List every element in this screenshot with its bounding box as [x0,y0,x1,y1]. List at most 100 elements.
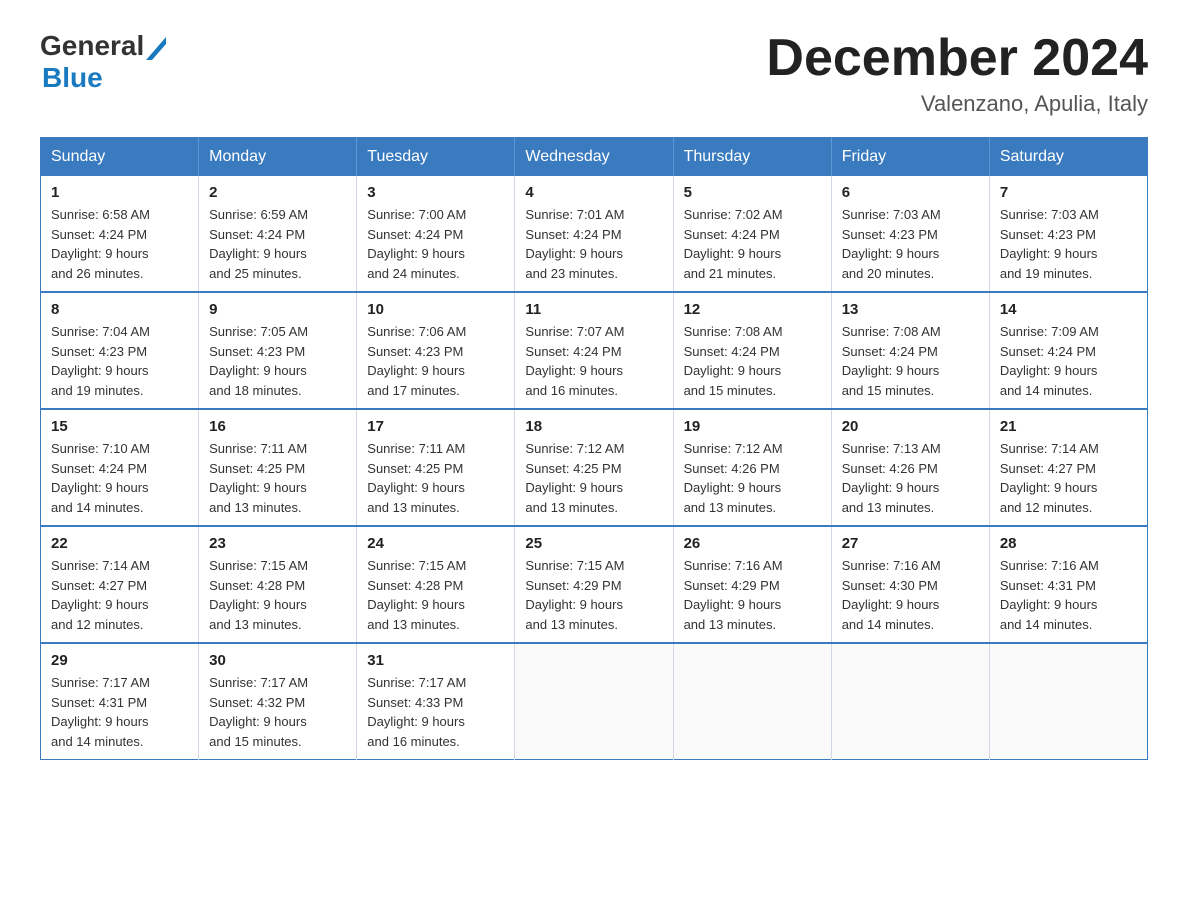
title-area: December 2024 Valenzano, Apulia, Italy [766,30,1148,117]
col-header-tuesday: Tuesday [357,138,515,177]
day-number: 4 [525,184,662,201]
calendar-cell [515,643,673,760]
calendar-cell: 31 Sunrise: 7:17 AMSunset: 4:33 PMDayligh… [357,643,515,760]
calendar-cell [673,643,831,760]
day-info: Sunrise: 7:11 AMSunset: 4:25 PMDaylight:… [367,439,504,517]
page-header: General Blue December 2024 Valenzano, Ap… [40,30,1148,117]
day-info: Sunrise: 7:09 AMSunset: 4:24 PMDaylight:… [1000,322,1137,400]
day-number: 23 [209,535,346,552]
day-info: Sunrise: 7:16 AMSunset: 4:31 PMDaylight:… [1000,556,1137,634]
day-info: Sunrise: 7:15 AMSunset: 4:28 PMDaylight:… [367,556,504,634]
day-info: Sunrise: 7:00 AMSunset: 4:24 PMDaylight:… [367,205,504,283]
calendar-week-row: 1 Sunrise: 6:58 AMSunset: 4:24 PMDaylight… [41,176,1148,292]
day-number: 1 [51,184,188,201]
calendar-cell: 5Sunrise: 7:02 AMSunset: 4:24 PMDaylight… [673,176,831,292]
day-info: Sunrise: 7:14 AMSunset: 4:27 PMDaylight:… [51,556,188,634]
calendar-cell: 18 Sunrise: 7:12 AMSunset: 4:25 PMDayligh… [515,409,673,526]
day-info: Sunrise: 7:10 AMSunset: 4:24 PMDaylight:… [51,439,188,517]
logo-triangle-icon [146,32,166,60]
calendar-cell: 14Sunrise: 7:09 AMSunset: 4:24 PMDayligh… [989,292,1147,409]
day-info: Sunrise: 7:12 AMSunset: 4:25 PMDaylight:… [525,439,662,517]
day-info: Sunrise: 7:07 AMSunset: 4:24 PMDaylight:… [525,322,662,400]
calendar-header-row: SundayMondayTuesdayWednesdayThursdayFrid… [41,138,1148,177]
day-number: 18 [525,418,662,435]
calendar-cell: 6 Sunrise: 7:03 AMSunset: 4:23 PMDaylight… [831,176,989,292]
day-number: 26 [684,535,821,552]
day-info: Sunrise: 7:14 AMSunset: 4:27 PMDaylight:… [1000,439,1137,517]
day-number: 25 [525,535,662,552]
day-info: Sunrise: 7:15 AMSunset: 4:29 PMDaylight:… [525,556,662,634]
col-header-friday: Friday [831,138,989,177]
day-info: Sunrise: 7:17 AMSunset: 4:32 PMDaylight:… [209,673,346,751]
day-info: Sunrise: 7:17 AMSunset: 4:31 PMDaylight:… [51,673,188,751]
calendar-cell: 22Sunrise: 7:14 AMSunset: 4:27 PMDayligh… [41,526,199,643]
calendar-cell: 27Sunrise: 7:16 AMSunset: 4:30 PMDayligh… [831,526,989,643]
day-number: 6 [842,184,979,201]
calendar-week-row: 29 Sunrise: 7:17 AMSunset: 4:31 PMDayligh… [41,643,1148,760]
day-info: Sunrise: 7:16 AMSunset: 4:30 PMDaylight:… [842,556,979,634]
day-info: Sunrise: 7:06 AMSunset: 4:23 PMDaylight:… [367,322,504,400]
calendar-cell: 29 Sunrise: 7:17 AMSunset: 4:31 PMDayligh… [41,643,199,760]
location-subtitle: Valenzano, Apulia, Italy [766,91,1148,117]
day-info: Sunrise: 7:03 AMSunset: 4:23 PMDaylight:… [842,205,979,283]
calendar-cell: 8 Sunrise: 7:04 AMSunset: 4:23 PMDaylight… [41,292,199,409]
day-info: Sunrise: 7:05 AMSunset: 4:23 PMDaylight:… [209,322,346,400]
day-info: Sunrise: 6:58 AMSunset: 4:24 PMDaylight:… [51,205,188,283]
calendar-cell: 9 Sunrise: 7:05 AMSunset: 4:23 PMDaylight… [199,292,357,409]
day-info: Sunrise: 7:04 AMSunset: 4:23 PMDaylight:… [51,322,188,400]
day-number: 28 [1000,535,1137,552]
calendar-week-row: 15 Sunrise: 7:10 AMSunset: 4:24 PMDayligh… [41,409,1148,526]
day-number: 30 [209,652,346,669]
calendar-cell: 23 Sunrise: 7:15 AMSunset: 4:28 PMDayligh… [199,526,357,643]
calendar-cell [831,643,989,760]
calendar-cell: 2Sunrise: 6:59 AMSunset: 4:24 PMDaylight… [199,176,357,292]
day-number: 9 [209,301,346,318]
calendar-cell [989,643,1147,760]
day-number: 5 [684,184,821,201]
calendar-cell: 4 Sunrise: 7:01 AMSunset: 4:24 PMDaylight… [515,176,673,292]
calendar-cell: 30 Sunrise: 7:17 AMSunset: 4:32 PMDayligh… [199,643,357,760]
day-number: 16 [209,418,346,435]
day-number: 31 [367,652,504,669]
day-info: Sunrise: 7:16 AMSunset: 4:29 PMDaylight:… [684,556,821,634]
calendar-cell: 12 Sunrise: 7:08 AMSunset: 4:24 PMDayligh… [673,292,831,409]
day-number: 29 [51,652,188,669]
calendar-cell: 10Sunrise: 7:06 AMSunset: 4:23 PMDayligh… [357,292,515,409]
calendar-cell: 20 Sunrise: 7:13 AMSunset: 4:26 PMDayligh… [831,409,989,526]
calendar-cell: 21 Sunrise: 7:14 AMSunset: 4:27 PMDayligh… [989,409,1147,526]
calendar-cell: 13Sunrise: 7:08 AMSunset: 4:24 PMDayligh… [831,292,989,409]
day-info: Sunrise: 7:13 AMSunset: 4:26 PMDaylight:… [842,439,979,517]
day-number: 8 [51,301,188,318]
calendar-cell: 25 Sunrise: 7:15 AMSunset: 4:29 PMDayligh… [515,526,673,643]
calendar-cell: 7Sunrise: 7:03 AMSunset: 4:23 PMDaylight… [989,176,1147,292]
day-info: Sunrise: 7:11 AMSunset: 4:25 PMDaylight:… [209,439,346,517]
logo-blue-text: Blue [42,62,103,94]
day-info: Sunrise: 7:01 AMSunset: 4:24 PMDaylight:… [525,205,662,283]
day-number: 21 [1000,418,1137,435]
day-number: 19 [684,418,821,435]
calendar-cell: 1 Sunrise: 6:58 AMSunset: 4:24 PMDaylight… [41,176,199,292]
calendar-cell: 15 Sunrise: 7:10 AMSunset: 4:24 PMDayligh… [41,409,199,526]
day-info: Sunrise: 6:59 AMSunset: 4:24 PMDaylight:… [209,205,346,283]
day-number: 15 [51,418,188,435]
day-number: 12 [684,301,821,318]
calendar-cell: 17Sunrise: 7:11 AMSunset: 4:25 PMDayligh… [357,409,515,526]
col-header-monday: Monday [199,138,357,177]
day-number: 11 [525,301,662,318]
day-number: 20 [842,418,979,435]
day-number: 3 [367,184,504,201]
calendar-cell: 19Sunrise: 7:12 AMSunset: 4:26 PMDayligh… [673,409,831,526]
day-info: Sunrise: 7:08 AMSunset: 4:24 PMDaylight:… [842,322,979,400]
day-info: Sunrise: 7:08 AMSunset: 4:24 PMDaylight:… [684,322,821,400]
calendar-cell: 28 Sunrise: 7:16 AMSunset: 4:31 PMDayligh… [989,526,1147,643]
calendar-week-row: 22Sunrise: 7:14 AMSunset: 4:27 PMDayligh… [41,526,1148,643]
calendar-week-row: 8 Sunrise: 7:04 AMSunset: 4:23 PMDaylight… [41,292,1148,409]
col-header-sunday: Sunday [41,138,199,177]
calendar-table: SundayMondayTuesdayWednesdayThursdayFrid… [40,137,1148,760]
day-info: Sunrise: 7:15 AMSunset: 4:28 PMDaylight:… [209,556,346,634]
day-info: Sunrise: 7:17 AMSunset: 4:33 PMDaylight:… [367,673,504,751]
day-number: 24 [367,535,504,552]
day-info: Sunrise: 7:03 AMSunset: 4:23 PMDaylight:… [1000,205,1137,283]
calendar-cell: 11 Sunrise: 7:07 AMSunset: 4:24 PMDayligh… [515,292,673,409]
col-header-thursday: Thursday [673,138,831,177]
